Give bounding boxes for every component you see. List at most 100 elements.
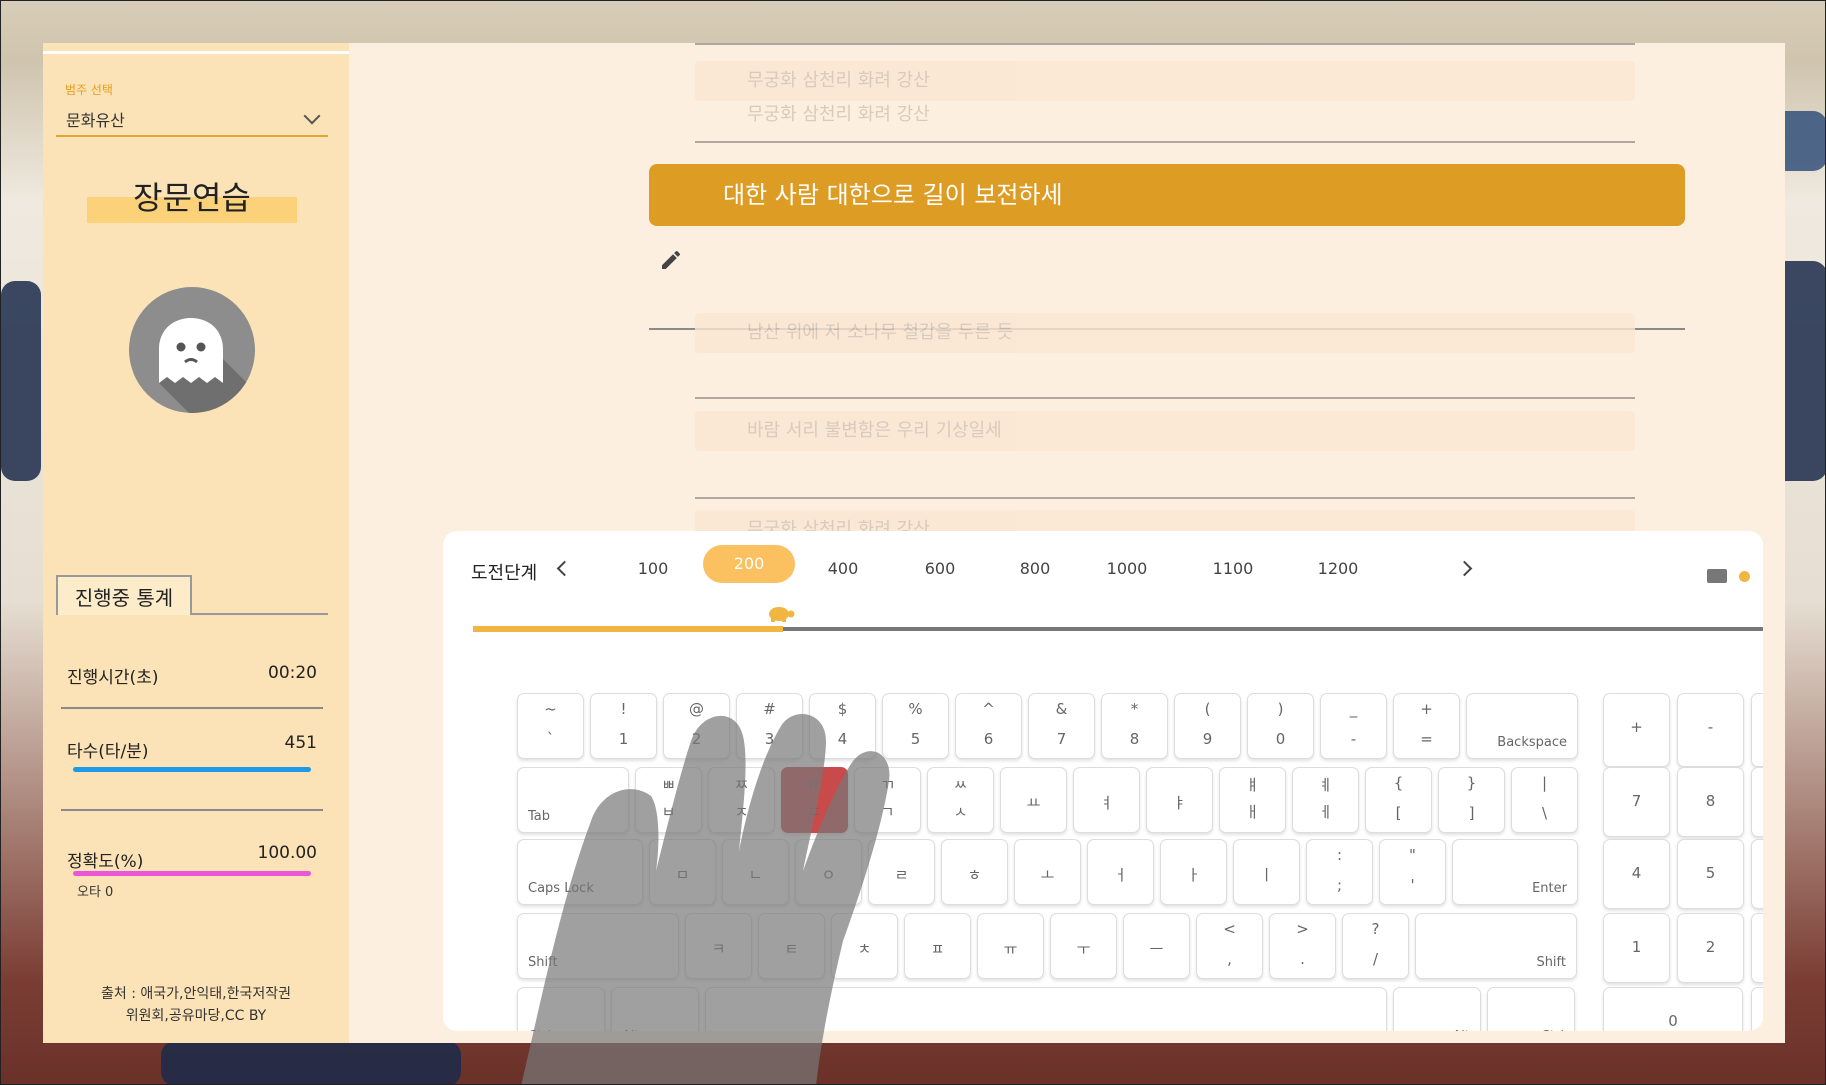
numpad-3[interactable]: 3 xyxy=(1751,913,1763,983)
level-option-1100[interactable]: 1100 xyxy=(1193,559,1273,578)
key-label: ㅜ xyxy=(1076,940,1091,958)
key-ㄹ[interactable]: ㄹ xyxy=(868,839,935,905)
key-5[interactable]: % 5 xyxy=(882,693,949,759)
key-][interactable]: }] xyxy=(1438,767,1505,833)
key-9[interactable]: (9 xyxy=(1174,693,1241,759)
key-label: ' xyxy=(1410,876,1415,894)
key-8[interactable]: * 8 xyxy=(1101,693,1168,759)
key-label: ㅇ xyxy=(821,866,836,884)
key-3[interactable]: #3 xyxy=(736,693,803,759)
key-ㅕ[interactable]: ㅕ xyxy=(1073,767,1140,833)
chevron-right-icon[interactable] xyxy=(1456,560,1473,577)
key-2[interactable]: @2 xyxy=(663,693,730,759)
key-.[interactable]: >. xyxy=(1269,913,1336,979)
key-ㄴ[interactable]: ㄴ xyxy=(722,839,789,905)
key-ㅂ[interactable]: ㅃㅂ xyxy=(635,767,702,833)
category-select[interactable]: 문화유산 xyxy=(56,103,328,137)
key-0[interactable]: ) 0 xyxy=(1247,693,1314,759)
key-ㄱ[interactable]: ㄲㄱ xyxy=(854,767,921,833)
level-option-100[interactable]: 100 xyxy=(613,559,693,578)
key-'[interactable]: " ' xyxy=(1379,839,1446,905)
key-7[interactable]: & 7 xyxy=(1028,693,1095,759)
level-option-200[interactable]: 200 xyxy=(703,545,795,583)
numpad-7[interactable]: 7 xyxy=(1603,767,1670,837)
key-label: 4 xyxy=(1631,864,1642,882)
key-label: ㄹ xyxy=(894,866,909,884)
key-ㅑ[interactable]: ㅑ xyxy=(1146,767,1213,833)
key-ㅎ[interactable]: ㅎ xyxy=(941,839,1008,905)
key-label: Ctrl xyxy=(528,1029,551,1031)
key-`[interactable]: ~ ` xyxy=(517,693,584,759)
key-ㅈ[interactable]: ㅉㅈ xyxy=(708,767,775,833)
tab-progress-stats[interactable]: 진행중 통계 xyxy=(56,575,192,615)
stat-divider xyxy=(61,707,323,709)
key-ㅏ[interactable]: ㅏ xyxy=(1160,839,1227,905)
numpad-2[interactable]: 2 xyxy=(1677,913,1744,983)
key-ㅗ[interactable]: ㅗ xyxy=(1014,839,1081,905)
key-ㅔ[interactable]: ㅖㅔ xyxy=(1292,767,1359,833)
key-ㅅ[interactable]: ㅆㅅ xyxy=(927,767,994,833)
key-enter[interactable]: Enter xyxy=(1452,839,1578,905)
key--[interactable]: _ - xyxy=(1320,693,1387,759)
key-ㅡ[interactable]: ㅡ xyxy=(1123,913,1190,979)
level-option-1200[interactable]: 1200 xyxy=(1298,559,1378,578)
key-label: [ xyxy=(1395,804,1402,822)
key-ㅣ[interactable]: ㅣ xyxy=(1233,839,1300,905)
chevron-left-icon[interactable] xyxy=(556,560,573,577)
key-ㅠ[interactable]: ㅠ xyxy=(977,913,1044,979)
numpad-minus[interactable]: - xyxy=(1677,693,1744,767)
key-shift-right[interactable]: Shift xyxy=(1415,913,1577,979)
key-ㅐ[interactable]: ㅒㅐ xyxy=(1219,767,1286,833)
key-ㅍ[interactable]: ㅍ xyxy=(904,913,971,979)
key-ㅁ[interactable]: ㅁ xyxy=(649,839,716,905)
key-caps-lock[interactable]: Caps Lock xyxy=(517,839,643,905)
page-title: 장문연습 xyxy=(87,173,297,225)
key-space[interactable] xyxy=(705,987,1387,1031)
key-ㅇ[interactable]: ㅇ xyxy=(795,839,862,905)
key-ctrl-right[interactable]: Ctrl xyxy=(1487,987,1575,1031)
key-label: ^ xyxy=(982,700,995,718)
stat-value: 451 xyxy=(284,733,317,753)
key-ㅊ[interactable]: ㅊ xyxy=(831,913,898,979)
key-/[interactable]: ? / xyxy=(1342,913,1409,979)
key-1[interactable]: ! 1 xyxy=(590,693,657,759)
numpad-6[interactable]: 6 xyxy=(1751,839,1763,909)
key-,[interactable]: <, xyxy=(1196,913,1263,979)
level-option-1000[interactable]: 1000 xyxy=(1087,559,1167,578)
key-ㅓ[interactable]: ㅓ xyxy=(1087,839,1154,905)
numpad-5[interactable]: 5 xyxy=(1677,839,1744,909)
key-4[interactable]: $4 xyxy=(809,693,876,759)
sidebar-divider xyxy=(43,51,349,54)
key-ctrl-left[interactable]: Ctrl xyxy=(517,987,605,1031)
key-ㅛ[interactable]: ㅛ xyxy=(1000,767,1067,833)
stat-value: 100.00 xyxy=(257,843,317,863)
key-alt-left[interactable]: Alt xyxy=(611,987,699,1031)
key-\[interactable]: | \ xyxy=(1511,767,1578,833)
level-option-800[interactable]: 800 xyxy=(995,559,1075,578)
numpad-8[interactable]: 8 xyxy=(1677,767,1744,837)
stats-tab-underline xyxy=(192,613,328,615)
key-;[interactable]: :; xyxy=(1306,839,1373,905)
key-ㅜ[interactable]: ㅜ xyxy=(1050,913,1117,979)
numpad-9[interactable]: 9 xyxy=(1751,767,1763,837)
key-6[interactable]: ^ 6 xyxy=(955,693,1022,759)
key-ㅌ[interactable]: ㅌ xyxy=(758,913,825,979)
numpad-delete[interactable]: De xyxy=(1751,987,1763,1031)
numpad-4[interactable]: 4 xyxy=(1603,839,1670,909)
key-[[interactable]: {[ xyxy=(1365,767,1432,833)
key-alt-right[interactable]: Alt xyxy=(1393,987,1481,1031)
numpad-plus[interactable]: + xyxy=(1603,693,1670,767)
level-option-400[interactable]: 400 xyxy=(803,559,883,578)
numpad-0[interactable]: 0 xyxy=(1603,987,1743,1031)
key-label: Caps Lock xyxy=(528,881,594,896)
numpad-1[interactable]: 1 xyxy=(1603,913,1670,983)
key-backspace[interactable]: Backspace xyxy=(1466,693,1578,759)
numpad-multiply[interactable]: * xyxy=(1751,693,1763,767)
key-tab[interactable]: Tab xyxy=(517,767,629,833)
key-ㅋ[interactable]: ㅋ xyxy=(685,913,752,979)
key-ㄷ[interactable]: ㄸㄷ xyxy=(781,767,848,833)
key-=[interactable]: + = xyxy=(1393,693,1460,759)
keyboard-icon[interactable] xyxy=(1707,569,1727,583)
key-shift-left[interactable]: Shift xyxy=(517,913,679,979)
level-option-600[interactable]: 600 xyxy=(900,559,980,578)
